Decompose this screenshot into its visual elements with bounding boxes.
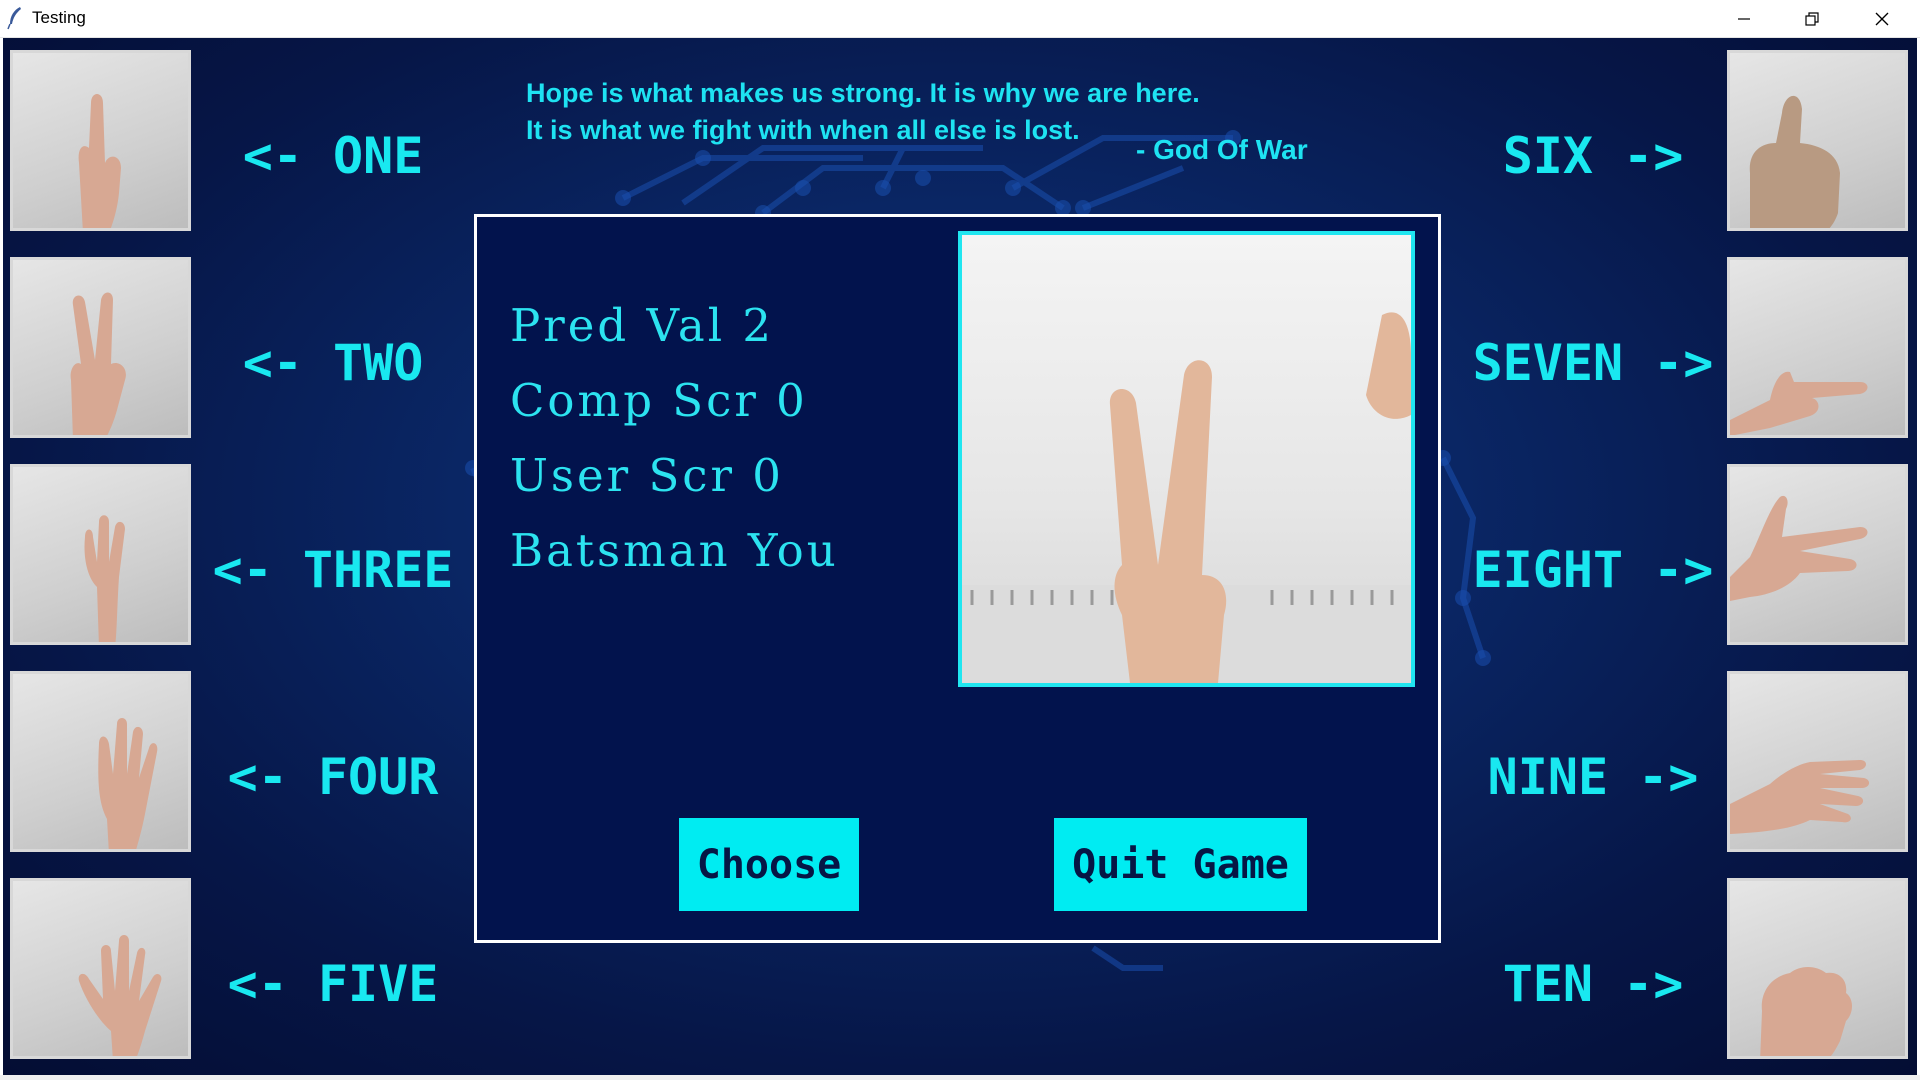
minimize-icon	[1738, 17, 1750, 20]
label-five: <- FIVE	[227, 955, 439, 1013]
camera-feed	[958, 231, 1415, 687]
gesture-nine-image	[1727, 671, 1908, 852]
window-bottom-border	[0, 1075, 1920, 1080]
user-score: User Scr 0	[510, 449, 784, 502]
gesture-eight-image	[1727, 464, 1908, 645]
close-icon	[1875, 12, 1889, 25]
label-two: <- TWO	[242, 334, 424, 392]
label-six: SIX ->	[1502, 127, 1684, 185]
window-title: Testing	[32, 8, 86, 27]
gesture-two-image	[10, 257, 191, 438]
gesture-one-image	[10, 50, 191, 231]
quote-line-1: Hope is what makes us strong. It is why …	[526, 78, 1200, 108]
game-panel: Pred Val 2 Comp Scr 0 User Scr 0 Batsman…	[474, 214, 1441, 943]
title-bar: Testing	[0, 0, 1920, 38]
predicted-value: Pred Val 2	[510, 299, 775, 352]
gesture-five-image	[10, 878, 191, 1059]
restore-button[interactable]	[1778, 0, 1846, 37]
close-button[interactable]	[1848, 0, 1916, 37]
quote-author: - God Of War	[1136, 134, 1308, 165]
feather-icon	[7, 7, 21, 30]
hand-gesture-image	[962, 312, 1411, 683]
label-three: <- THREE	[212, 541, 454, 599]
batsman-status: Batsman You	[510, 524, 839, 577]
gesture-ten-image	[1727, 878, 1908, 1059]
label-eight: EIGHT ->	[1472, 541, 1714, 599]
label-ten: TEN ->	[1502, 955, 1684, 1013]
label-one: <- ONE	[242, 127, 424, 185]
restore-icon	[1805, 11, 1819, 26]
quit-game-button[interactable]: Quit Game	[1054, 818, 1307, 911]
gesture-seven-image	[1727, 257, 1908, 438]
gesture-three-image	[10, 464, 191, 645]
label-seven: SEVEN ->	[1472, 334, 1714, 392]
label-nine: NINE ->	[1487, 748, 1699, 806]
label-four: <- FOUR	[227, 748, 439, 806]
minimize-button[interactable]	[1710, 0, 1778, 37]
game-canvas: <- ONE <- TWO <- THREE <- FOUR <- FIVE H…	[3, 38, 1917, 1075]
gesture-four-image	[10, 671, 191, 852]
computer-score: Comp Scr 0	[510, 374, 808, 427]
choose-button[interactable]: Choose	[679, 818, 859, 911]
gesture-six-image	[1727, 50, 1908, 231]
